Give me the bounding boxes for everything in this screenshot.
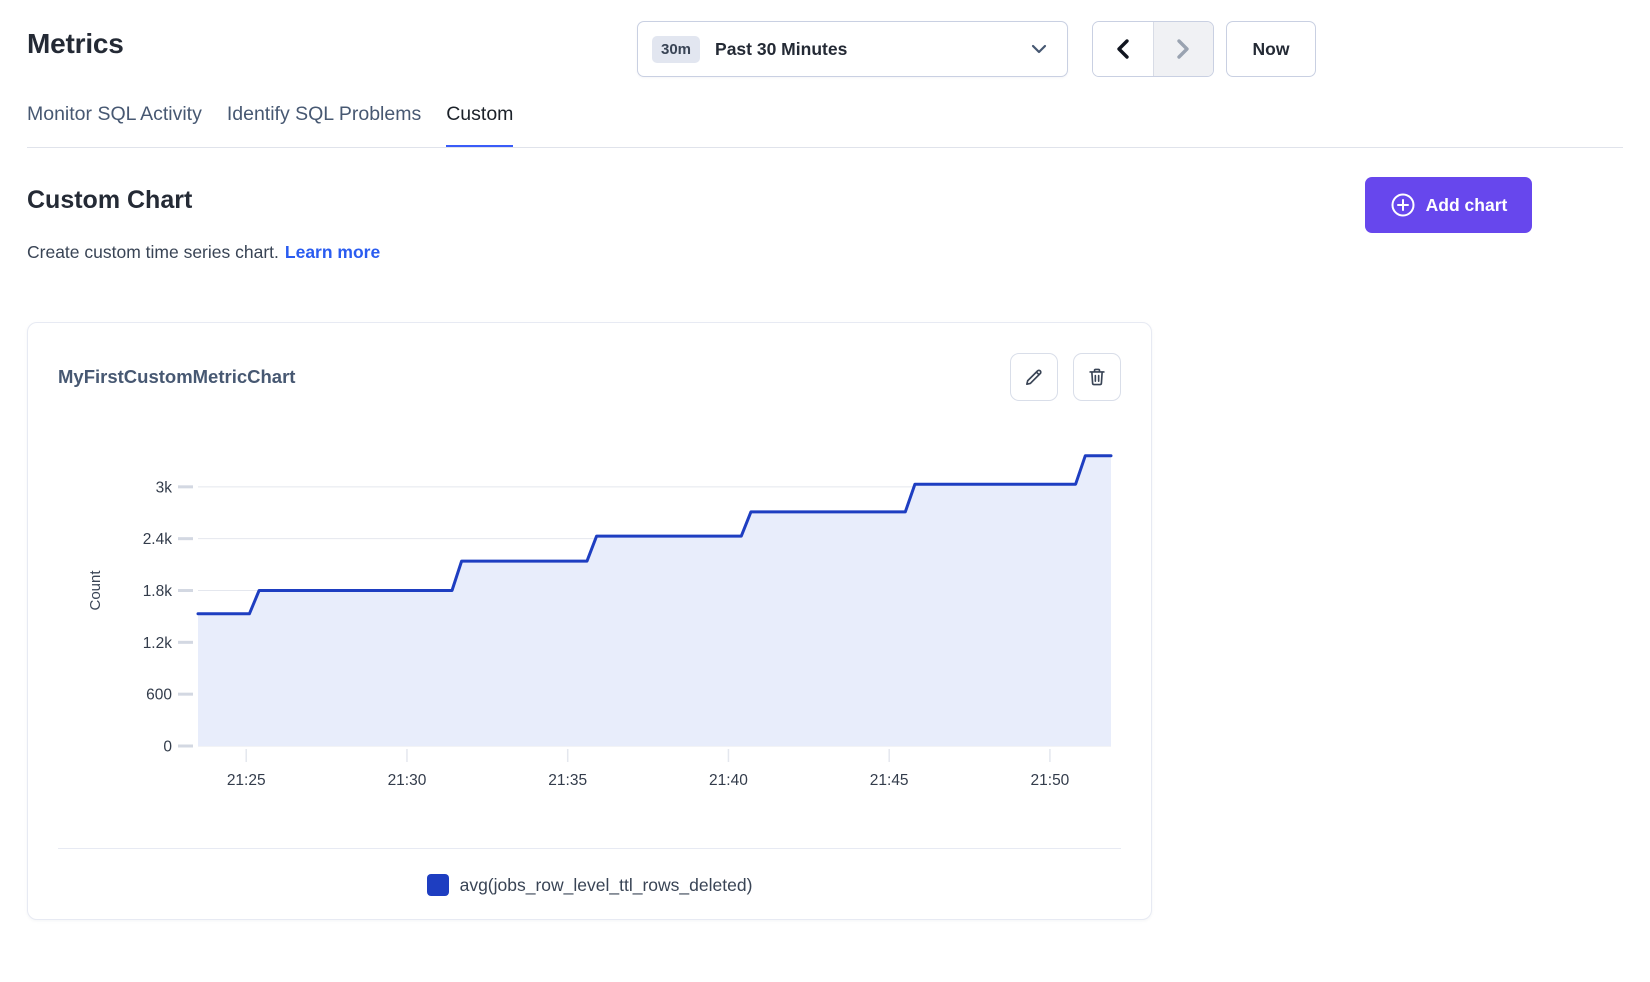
- chart-title: MyFirstCustomMetricChart: [58, 366, 295, 388]
- metrics-tabs: Monitor SQL Activity Identify SQL Proble…: [27, 103, 513, 148]
- svg-text:1.2k: 1.2k: [143, 635, 173, 652]
- next-range-button[interactable]: [1153, 22, 1214, 76]
- chevron-down-icon: [1031, 44, 1047, 54]
- custom-chart-plot: 0 600 1.2k 1.8k 2.4k 3k 21:25 21:30 21:35 21:40 21…: [58, 409, 1123, 794]
- time-nav-group: [1092, 21, 1214, 77]
- svg-text:21:45: 21:45: [870, 772, 909, 789]
- section-description: Create custom time series chart. Learn mo…: [27, 242, 380, 263]
- plus-circle-icon: [1390, 192, 1416, 218]
- section-heading: Custom Chart: [27, 186, 192, 215]
- edit-chart-button[interactable]: [1010, 353, 1058, 401]
- custom-chart-card: MyFirstCustomMetricChart 0 600 1.2k 1.8k 2.4…: [27, 322, 1152, 920]
- chevron-right-icon: [1174, 38, 1192, 60]
- svg-text:0: 0: [163, 739, 172, 756]
- svg-text:2.4k: 2.4k: [143, 531, 173, 548]
- add-chart-label: Add chart: [1426, 195, 1508, 216]
- svg-text:1.8k: 1.8k: [143, 583, 173, 600]
- svg-text:600: 600: [146, 687, 172, 704]
- trash-icon: [1086, 366, 1108, 388]
- now-button[interactable]: Now: [1226, 21, 1316, 77]
- time-range-dropdown[interactable]: 30m Past 30 Minutes: [637, 21, 1068, 77]
- tabs-divider: [27, 147, 1623, 148]
- pencil-icon: [1023, 366, 1045, 388]
- svg-text:21:50: 21:50: [1031, 772, 1070, 789]
- y-axis-title: Count: [87, 570, 104, 611]
- legend-swatch: [427, 874, 449, 896]
- legend-divider: [58, 848, 1121, 849]
- tab-identify-sql-problems[interactable]: Identify SQL Problems: [227, 103, 421, 148]
- svg-text:21:35: 21:35: [548, 772, 587, 789]
- chart-legend[interactable]: avg(jobs_row_level_ttl_rows_deleted): [28, 874, 1151, 896]
- prev-range-button[interactable]: [1093, 22, 1153, 76]
- svg-text:21:30: 21:30: [388, 772, 427, 789]
- tab-monitor-sql-activity[interactable]: Monitor SQL Activity: [27, 103, 202, 148]
- delete-chart-button[interactable]: [1073, 353, 1121, 401]
- time-range-label: Past 30 Minutes: [715, 39, 1031, 60]
- legend-series-label: avg(jobs_row_level_ttl_rows_deleted): [460, 875, 753, 896]
- section-description-text: Create custom time series chart.: [27, 242, 279, 262]
- svg-text:3k: 3k: [156, 479, 173, 496]
- chart-card-header: MyFirstCustomMetricChart: [28, 323, 1151, 401]
- learn-more-link[interactable]: Learn more: [285, 242, 380, 262]
- tab-custom[interactable]: Custom: [446, 103, 513, 148]
- time-range-badge: 30m: [652, 36, 700, 63]
- svg-text:21:25: 21:25: [227, 772, 266, 789]
- page-title: Metrics: [27, 28, 124, 60]
- svg-text:21:40: 21:40: [709, 772, 748, 789]
- chevron-left-icon: [1114, 38, 1132, 60]
- add-chart-button[interactable]: Add chart: [1365, 177, 1532, 233]
- chart-card-actions: [1010, 353, 1121, 401]
